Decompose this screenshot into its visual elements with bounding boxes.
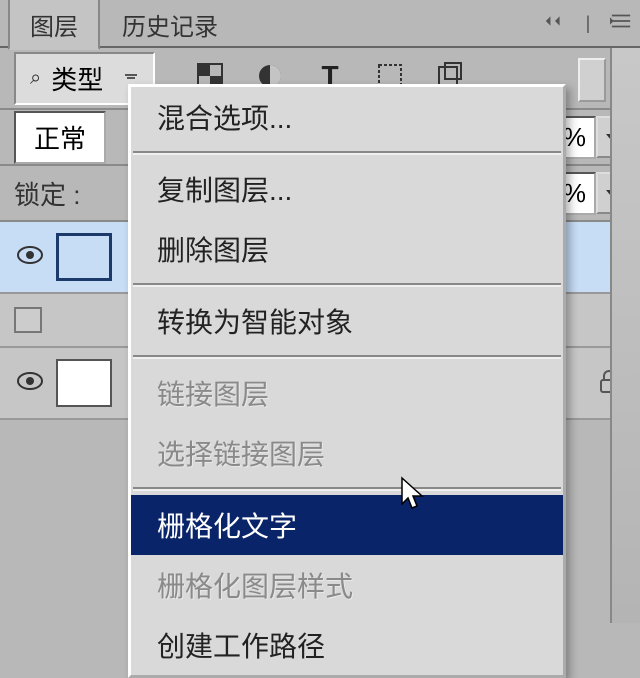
menu-convert-smart[interactable]: 转换为智能对象 xyxy=(131,291,563,351)
filter-toggle-switch[interactable] xyxy=(578,58,606,102)
collapse-icon[interactable] xyxy=(544,12,566,35)
layer-thumbnail[interactable] xyxy=(56,233,112,281)
menu-separator xyxy=(133,283,561,287)
menu-select-linked: 选择链接图层 xyxy=(131,423,563,483)
menu-create-work-path[interactable]: 创建工作路径 xyxy=(131,615,563,675)
panel-tabs: 图层 历史记录 | xyxy=(0,0,640,48)
visibility-icon[interactable] xyxy=(10,371,50,396)
tab-layers[interactable]: 图层 xyxy=(8,0,100,50)
flyout-menu-icon[interactable] xyxy=(610,12,632,35)
layer-context-menu: 混合选项... 复制图层... 删除图层 转换为智能对象 链接图层 选择链接图层… xyxy=(128,84,566,678)
divider-icon: | xyxy=(574,13,602,34)
menu-rasterize-type[interactable]: 栅格化文字 xyxy=(131,495,563,555)
layer-thumbnail[interactable] xyxy=(56,359,112,407)
search-icon: ⌕ xyxy=(30,67,41,90)
blend-mode-dropdown[interactable]: 正常 xyxy=(14,111,106,164)
menu-delete-layer[interactable]: 删除图层 xyxy=(131,219,563,279)
menu-rasterize-style: 栅格化图层样式 xyxy=(131,555,563,615)
fx-toggle[interactable] xyxy=(14,307,42,333)
menu-link-layers: 链接图层 xyxy=(131,363,563,423)
filter-label: 类型 xyxy=(51,60,103,97)
lock-label: 锁定 : xyxy=(14,175,80,212)
menu-separator xyxy=(133,355,561,359)
visibility-icon[interactable] xyxy=(10,245,50,270)
tab-history[interactable]: 历史记录 xyxy=(100,0,240,50)
menu-duplicate-layer[interactable]: 复制图层... xyxy=(131,159,563,219)
menu-separator xyxy=(133,487,561,491)
menu-separator xyxy=(133,151,561,155)
menu-blending-options[interactable]: 混合选项... xyxy=(131,87,563,147)
scrollbar[interactable] xyxy=(610,48,640,623)
